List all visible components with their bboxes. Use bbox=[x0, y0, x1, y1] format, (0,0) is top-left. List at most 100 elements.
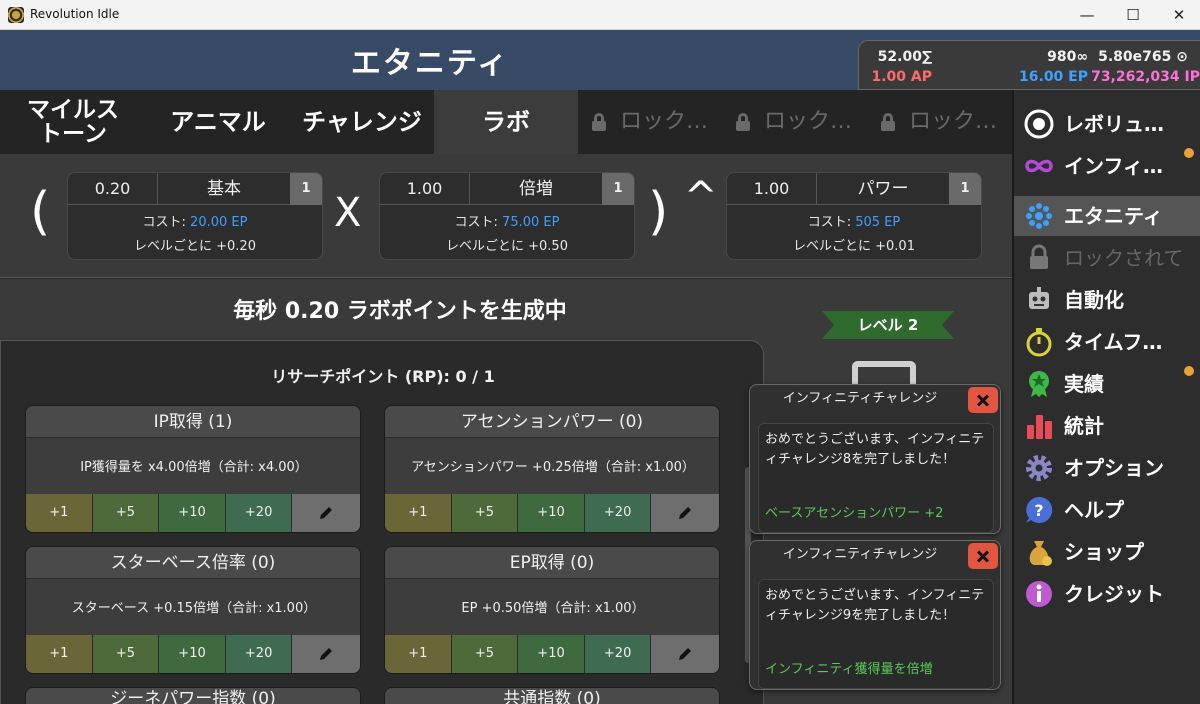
formula-level: 1 bbox=[290, 173, 322, 205]
sidebar-item-timeflux[interactable]: タイムフ… bbox=[1014, 322, 1200, 362]
lab-formula: ( X ) ^ 0.20 基本 1 コスト: 20.00 EP レベルごとに +… bbox=[0, 154, 1012, 278]
formula-per-level: レベルごとに +0.20 bbox=[134, 239, 256, 254]
notification-message: おめでとうございます、インフィニティチャレンジ9を完了しました！ bbox=[765, 588, 985, 623]
sidebar-item-achievements[interactable]: 実績 bbox=[1014, 364, 1200, 404]
add-1-button[interactable]: +1 bbox=[385, 635, 452, 673]
header: エタニティ 52.00∑ 1.00 AP 980∞ 16.00 EP 5.80e… bbox=[0, 30, 1200, 90]
pencil-icon bbox=[679, 506, 692, 519]
window-titlebar: Revolution Idle — ☐ ✕ bbox=[0, 0, 1200, 30]
add-20-button[interactable]: +20 bbox=[584, 635, 652, 673]
edit-button[interactable] bbox=[292, 635, 360, 673]
cost-value: 75.00 EP bbox=[502, 215, 560, 230]
tab-locked-1[interactable]: ロック… bbox=[578, 90, 722, 154]
edit-button[interactable] bbox=[651, 494, 719, 532]
revolution-icon bbox=[1024, 109, 1054, 139]
resource-ap: 52.00∑ 1.00 AP bbox=[871, 47, 932, 87]
sidebar-item-help[interactable]: ? ヘルプ bbox=[1014, 490, 1200, 530]
add-10-button[interactable]: +10 bbox=[159, 635, 226, 673]
formula-value: 1.00 bbox=[727, 173, 817, 205]
edit-button[interactable] bbox=[292, 494, 360, 532]
formula-multiplier-box[interactable]: 1.00 倍増 1 コスト: 75.00 EP レベルごとに +0.50 bbox=[379, 172, 635, 260]
formula-level: 1 bbox=[602, 173, 634, 205]
maximize-button[interactable]: ☐ bbox=[1110, 0, 1156, 30]
tab-challenge[interactable]: チャレンジ bbox=[290, 90, 434, 154]
formula-cost: コスト: 75.00 EP bbox=[380, 211, 634, 230]
close-icon[interactable] bbox=[968, 387, 998, 413]
stats-icon bbox=[1027, 415, 1052, 439]
add-1-button[interactable]: +1 bbox=[385, 494, 452, 532]
sidebar-item-statistics[interactable]: 統計 bbox=[1014, 406, 1200, 446]
sidebar-label: クレジット bbox=[1064, 582, 1164, 606]
help-icon: ? bbox=[1026, 496, 1053, 523]
sidebar-label: タイムフ… bbox=[1064, 330, 1163, 354]
notification-body: おめでとうございます、インフィニティチャレンジ9を完了しました！ インフィニティ… bbox=[758, 579, 994, 689]
sidebar-item-revolution[interactable]: レボリュ… bbox=[1014, 104, 1200, 144]
resource-panel: 52.00∑ 1.00 AP 980∞ 16.00 EP 5.80e765 ⊙ … bbox=[858, 40, 1200, 90]
resource-infinity-value: 980∞ bbox=[1047, 49, 1088, 65]
add-20-button[interactable]: +20 bbox=[584, 494, 652, 532]
sidebar-item-credits[interactable]: クレジット bbox=[1014, 574, 1200, 614]
card-desc: スターベース +0.15倍増（合計: x1.00） bbox=[71, 601, 317, 616]
close-icon[interactable] bbox=[968, 543, 998, 569]
card-buttons: +1 +5 +10 +20 bbox=[385, 635, 719, 673]
info-icon bbox=[1026, 581, 1052, 607]
page-title: エタニティ bbox=[350, 46, 510, 81]
cost-label: コスト: bbox=[142, 215, 191, 230]
add-1-button[interactable]: +1 bbox=[26, 494, 93, 532]
sidebar-label: 統計 bbox=[1064, 414, 1104, 438]
minimize-button[interactable]: — bbox=[1064, 0, 1110, 30]
tab-lab[interactable]: ラボ bbox=[434, 90, 578, 154]
resource-ep-value: 16.00 EP bbox=[1019, 69, 1088, 85]
notification-body: おめでとうございます、インフィニティチャレンジ8を完了しました！ ベースアセンシ… bbox=[758, 423, 994, 533]
add-5-button[interactable]: +5 bbox=[451, 494, 519, 532]
add-1-button[interactable]: +1 bbox=[26, 635, 93, 673]
edit-button[interactable] bbox=[651, 635, 719, 673]
formula-value: 1.00 bbox=[380, 173, 470, 205]
add-20-button[interactable]: +20 bbox=[225, 494, 293, 532]
add-5-button[interactable]: +5 bbox=[92, 635, 160, 673]
sidebar-item-infinity[interactable]: インフィ… bbox=[1014, 146, 1200, 186]
formula-power-box[interactable]: 1.00 パワー 1 コスト: 505 EP レベルごとに +0.01 bbox=[726, 172, 982, 260]
sidebar-item-automation[interactable]: 自動化 bbox=[1014, 280, 1200, 320]
resource-ip: 5.80e765 ⊙ 73,262,034 IP bbox=[1091, 47, 1200, 87]
shop-icon bbox=[1029, 541, 1052, 566]
sidebar-label: 自動化 bbox=[1064, 288, 1124, 312]
add-10-button[interactable]: +10 bbox=[518, 635, 585, 673]
sidebar-label: インフィ… bbox=[1064, 154, 1163, 178]
add-20-button[interactable]: +20 bbox=[225, 635, 293, 673]
add-5-button[interactable]: +5 bbox=[92, 494, 160, 532]
formula-cost: コスト: 505 EP bbox=[727, 211, 981, 230]
tab-locked-1-label: ロック… bbox=[619, 109, 708, 134]
research-card-ascension: アセンションパワー (0) アセンションパワー +0.25倍増（合計: x1.0… bbox=[384, 405, 720, 533]
pencil-icon bbox=[679, 647, 692, 660]
notification-dot bbox=[1184, 366, 1194, 376]
research-card-ip: IP取得 (1) IP獲得量を x4.00倍増（合計: x4.00） +1 +5… bbox=[25, 405, 361, 533]
close-button[interactable]: ✕ bbox=[1156, 0, 1200, 30]
cost-label: コスト: bbox=[807, 215, 856, 230]
formula-base-box[interactable]: 0.20 基本 1 コスト: 20.00 EP レベルごとに +0.20 bbox=[67, 172, 323, 260]
tab-locked-3[interactable]: ロック… bbox=[866, 90, 1012, 154]
sidebar-item-locked[interactable]: ロックされて bbox=[1014, 238, 1200, 278]
add-5-button[interactable]: +5 bbox=[451, 635, 519, 673]
research-points: リサーチポイント (RP): 0 / 1 bbox=[271, 367, 495, 386]
app-icon bbox=[8, 7, 24, 23]
tab-milestones[interactable]: マイルス トーン bbox=[0, 90, 146, 154]
formula-level: 1 bbox=[949, 173, 981, 205]
notification-title: インフィニティチャレンジ bbox=[782, 547, 938, 562]
sidebar-item-options[interactable]: オプション bbox=[1014, 448, 1200, 488]
add-10-button[interactable]: +10 bbox=[159, 494, 226, 532]
card-desc: IP獲得量を x4.00倍増（合計: x4.00） bbox=[80, 460, 308, 475]
notification-message: おめでとうございます、インフィニティチャレンジ8を完了しました！ bbox=[765, 432, 985, 467]
formula-per-level: レベルごとに +0.50 bbox=[446, 239, 568, 254]
tab-locked-2[interactable]: ロック… bbox=[722, 90, 866, 154]
notification-toast: インフィニティチャレンジ おめでとうございます、インフィニティチャレンジ9を完了… bbox=[749, 540, 1001, 690]
card-buttons: +1 +5 +10 +20 bbox=[26, 494, 360, 532]
tab-animal[interactable]: アニマル bbox=[146, 90, 290, 154]
research-card-starbase: スターベース倍率 (0) スターベース +0.15倍増（合計: x1.00） +… bbox=[25, 546, 361, 674]
sidebar-item-eternity[interactable]: エタニティ bbox=[1014, 196, 1200, 236]
formula-name: 倍増 bbox=[519, 179, 553, 199]
sidebar-item-shop[interactable]: ショップ bbox=[1014, 532, 1200, 572]
add-10-button[interactable]: +10 bbox=[518, 494, 585, 532]
research-card-ep: EP取得 (0) EP +0.50倍増（合計: x1.00） +1 +5 +10… bbox=[384, 546, 720, 674]
stopwatch-icon bbox=[1026, 328, 1052, 357]
